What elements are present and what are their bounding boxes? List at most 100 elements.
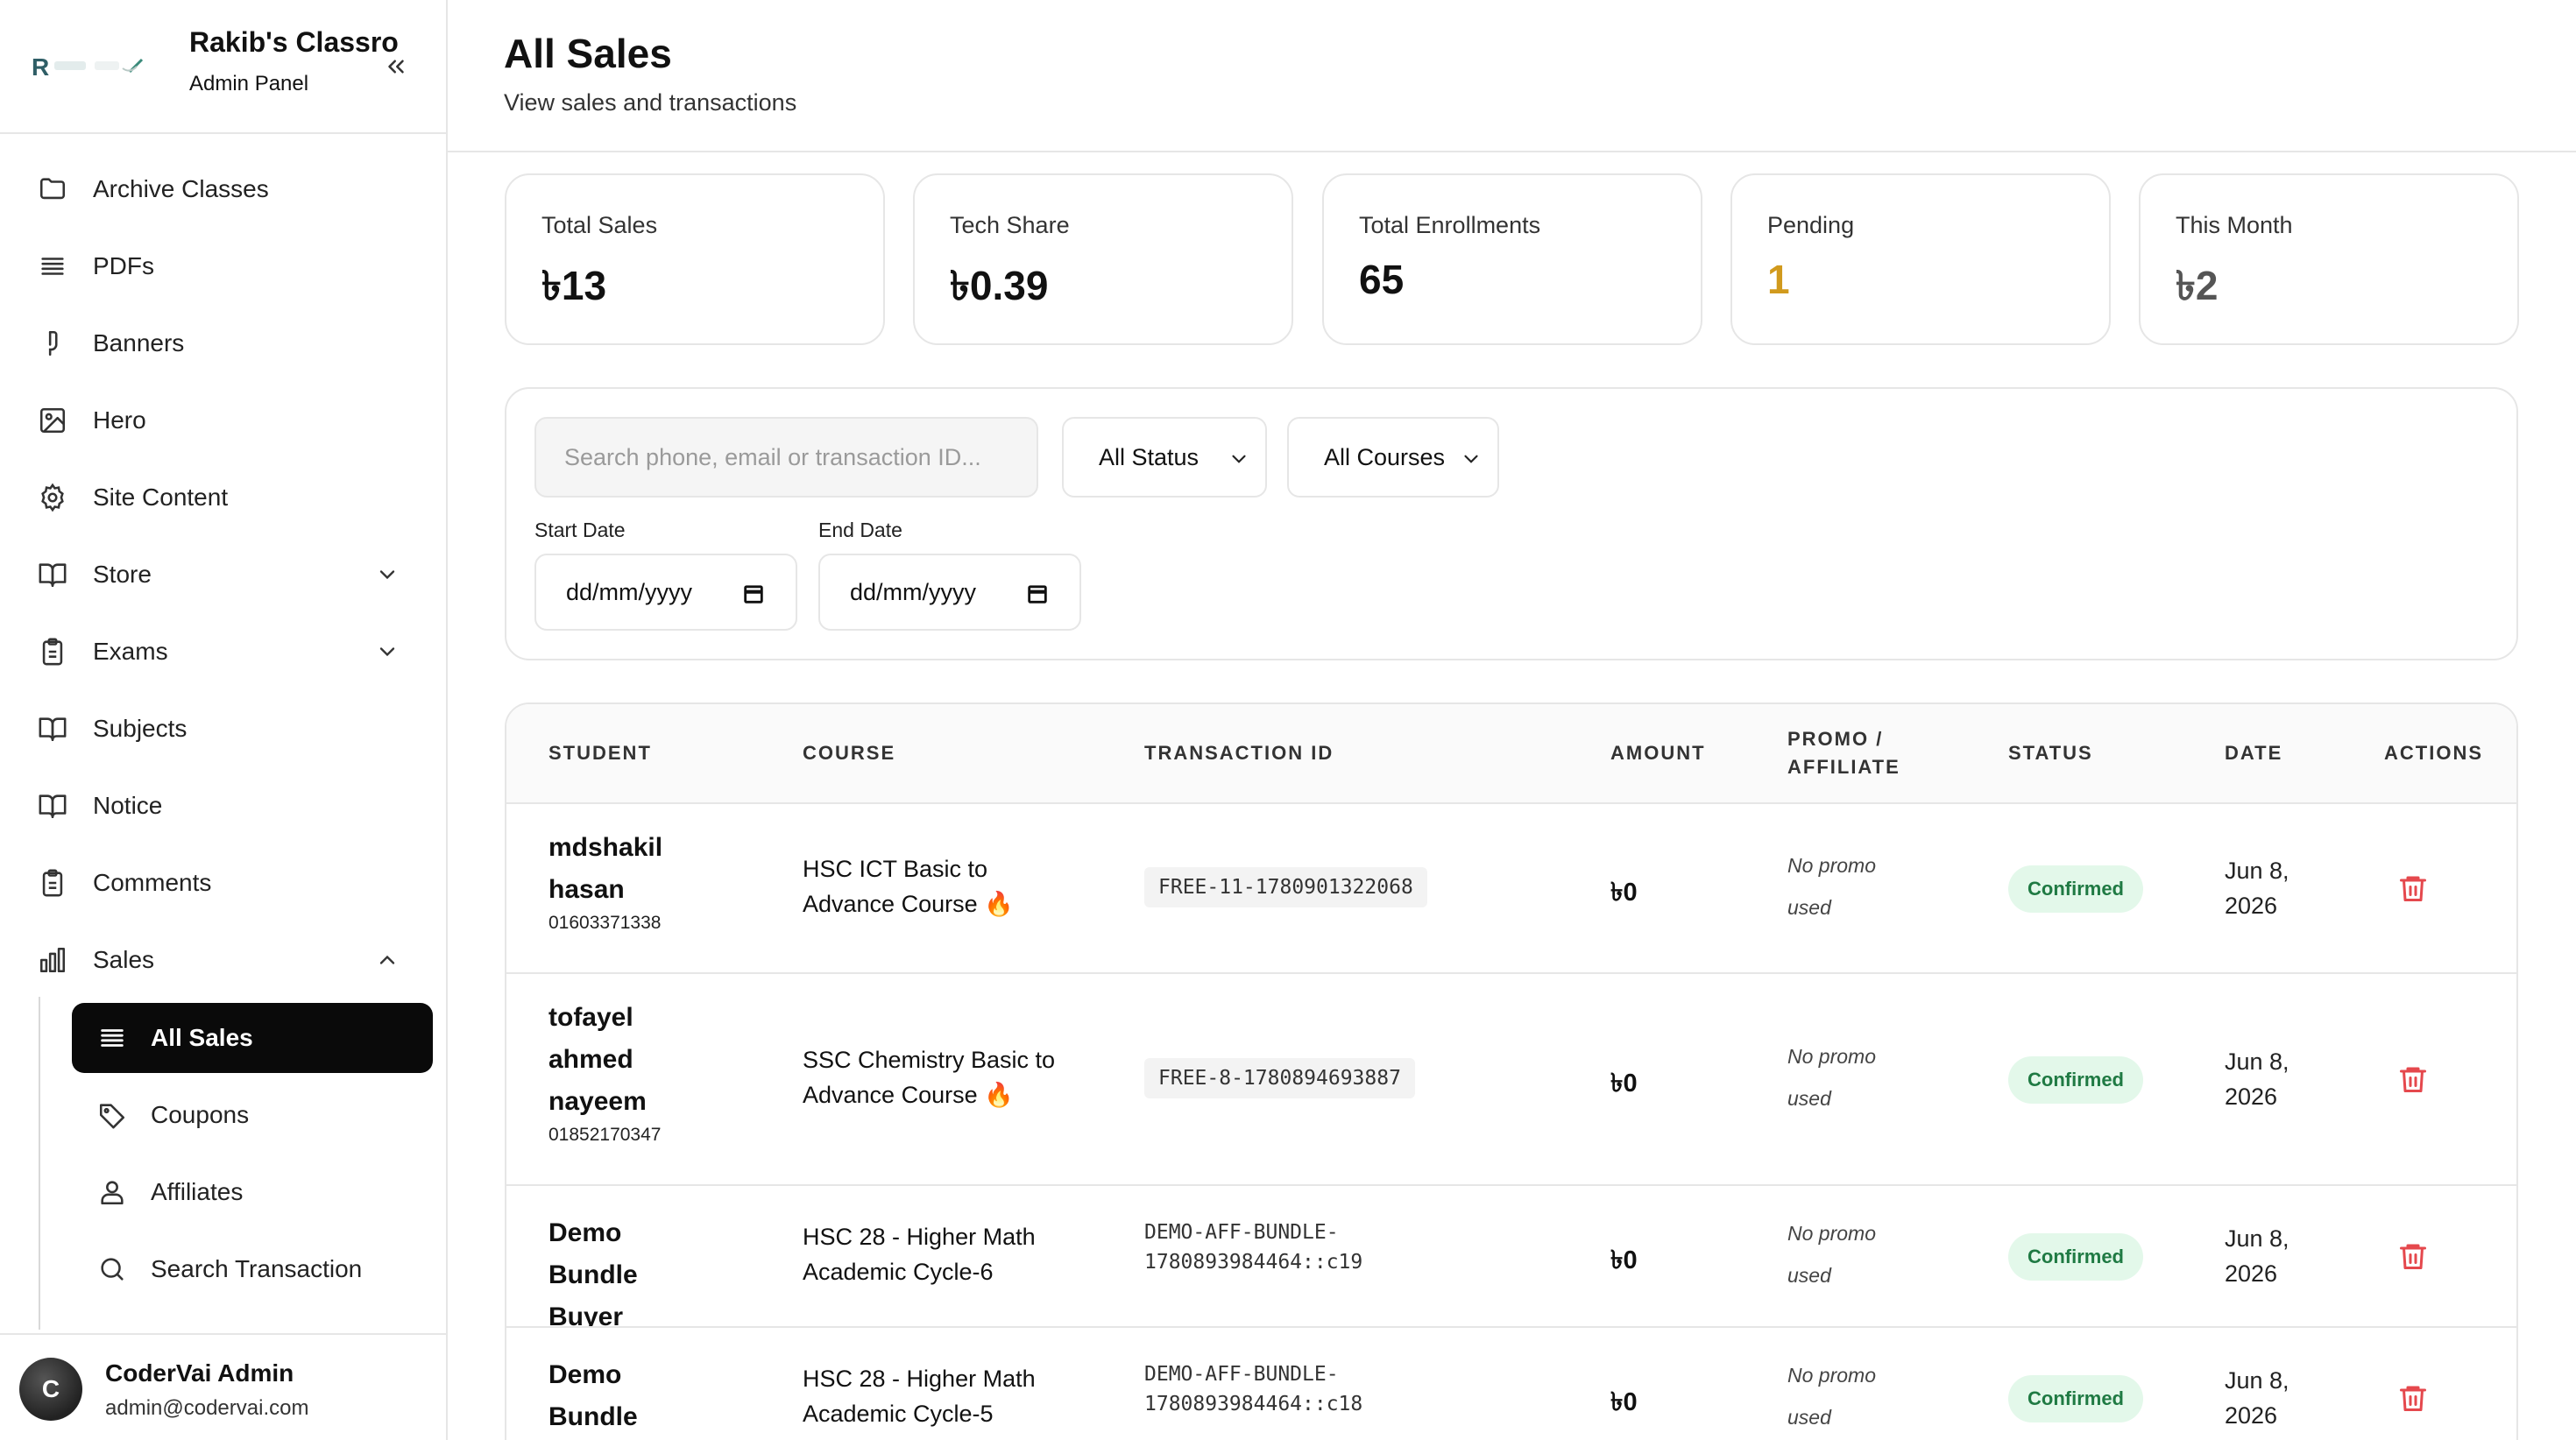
transaction-id-cell: FREE-11-1780901322068 bbox=[1144, 867, 1427, 907]
table-row: tofayel ahmed nayeem 01852170347 SSC Che… bbox=[506, 972, 2516, 1184]
sidebar-subitem-all-sales[interactable]: All Sales bbox=[72, 1003, 433, 1073]
sidebar-item-label: Store bbox=[93, 561, 152, 588]
sidebar-item-hero[interactable]: Hero bbox=[32, 394, 435, 447]
end-date-input[interactable]: dd/mm/yyyy bbox=[818, 554, 1081, 631]
end-date-label: End Date bbox=[818, 519, 902, 541]
delete-button[interactable] bbox=[2397, 1240, 2429, 1276]
amount: ৳0 bbox=[1610, 1246, 1638, 1274]
book-icon bbox=[32, 785, 74, 827]
stat-value: ৳13 bbox=[541, 263, 607, 308]
status-badge: Confirmed bbox=[2008, 1375, 2143, 1422]
page-header: All Sales View sales and transactions bbox=[448, 0, 2576, 152]
sidebar-item-banners[interactable]: Banners bbox=[32, 317, 435, 370]
image-icon bbox=[32, 399, 74, 441]
date: Jun 8, 2026 bbox=[2225, 858, 2289, 919]
status-badge: Confirmed bbox=[2008, 865, 2143, 913]
chevron-down-icon bbox=[1221, 441, 1256, 476]
delete-button[interactable] bbox=[2397, 872, 2429, 908]
student-cell: tofayel ahmed nayeem 01852170347 bbox=[548, 997, 689, 1146]
promo-text: No promo used bbox=[1787, 854, 1876, 919]
sidebar-item-exams[interactable]: Exams bbox=[32, 625, 435, 678]
sidebar-item-site-content[interactable]: Site Content bbox=[32, 471, 435, 524]
delete-button[interactable] bbox=[2397, 1382, 2429, 1418]
delete-button[interactable] bbox=[2397, 1063, 2429, 1099]
sidebar-subitem-label: Coupons bbox=[151, 1101, 250, 1128]
column-header-status: STATUS bbox=[2008, 742, 2093, 764]
sidebar-item-archive-classes[interactable]: Archive Classes bbox=[32, 163, 435, 215]
column-header-student: STUDENT bbox=[548, 742, 652, 764]
amount: ৳0 bbox=[1610, 1388, 1638, 1416]
search-icon bbox=[93, 1250, 131, 1288]
sidebar-subitem-coupons[interactable]: Coupons bbox=[72, 1080, 433, 1150]
stat-card-this-month: This Month ৳2 bbox=[2139, 173, 2519, 345]
chevron-down-icon[interactable] bbox=[370, 557, 405, 592]
user-email: admin@codervai.com bbox=[105, 1396, 309, 1420]
brand-title: Rakib's Classro bbox=[189, 26, 399, 58]
tag-icon bbox=[93, 1096, 131, 1134]
date: Jun 8, 2026 bbox=[2225, 1225, 2289, 1287]
trash-icon bbox=[2400, 1244, 2426, 1269]
bar-chart-icon bbox=[32, 939, 74, 981]
stat-value: ৳2 bbox=[2176, 263, 2219, 308]
trash-icon bbox=[2400, 1067, 2426, 1092]
stat-value: 1 bbox=[1767, 257, 1790, 302]
sidebar-item-subjects[interactable]: Subjects bbox=[32, 702, 435, 755]
stat-card-total-sales: Total Sales ৳13 bbox=[505, 173, 885, 345]
calendar-icon[interactable] bbox=[1025, 582, 1050, 606]
stat-label: Total Sales bbox=[541, 212, 658, 238]
sidebar-item-label: Archive Classes bbox=[93, 175, 269, 202]
status-cell: Confirmed bbox=[2008, 1056, 2143, 1104]
course-select[interactable]: All Courses bbox=[1287, 417, 1499, 498]
sidebar-item-label: Hero bbox=[93, 406, 146, 434]
stat-card-pending: Pending 1 bbox=[1730, 173, 2111, 345]
student-name: Demo Bundle Buyer bbox=[548, 1360, 638, 1431]
submenu-rail bbox=[39, 997, 40, 1330]
sales-table: STUDENT COURSE TRANSACTION ID AMOUNT PRO… bbox=[505, 702, 2518, 1440]
course-select-value: All Courses bbox=[1324, 443, 1446, 470]
user-profile[interactable]: C CoderVai Admin admin@codervai.com bbox=[0, 1333, 446, 1440]
sidebar-item-label: Subjects bbox=[93, 715, 188, 742]
sidebar-item-label: PDFs bbox=[93, 252, 154, 279]
table-row: Demo Bundle Buyer HSC 28 - Higher Math A… bbox=[506, 1184, 2516, 1331]
start-date-input[interactable]: dd/mm/yyyy bbox=[534, 554, 797, 631]
transaction-id-cell: DEMO-AFF-BUNDLE-1780893984464::c18 bbox=[1144, 1354, 1407, 1424]
column-header-transaction-id: TRANSACTION ID bbox=[1144, 742, 1334, 764]
banner-icon bbox=[32, 322, 74, 364]
end-date-placeholder: dd/mm/yyyy bbox=[850, 578, 977, 605]
table-row: Demo Bundle Buyer HSC 28 - Higher Math A… bbox=[506, 1326, 2516, 1440]
folder-icon bbox=[32, 168, 74, 210]
sidebar-item-notice[interactable]: Notice bbox=[32, 780, 435, 832]
start-date-label: Start Date bbox=[534, 519, 626, 541]
brand-subtitle: Admin Panel bbox=[189, 72, 309, 95]
search-input[interactable] bbox=[534, 417, 1038, 498]
transaction-id: DEMO-AFF-BUNDLE-1780893984464::c18 bbox=[1144, 1363, 1363, 1415]
sidebar-item-pdfs[interactable]: PDFs bbox=[32, 240, 435, 293]
sidebar-subitem-label: Search Transaction bbox=[151, 1255, 363, 1282]
student-cell: Demo Bundle Buyer bbox=[548, 1354, 689, 1440]
status-select[interactable]: All Status bbox=[1062, 417, 1267, 498]
chevron-up-icon[interactable] bbox=[370, 942, 405, 978]
student-name: mdshakil hasan bbox=[548, 833, 663, 904]
avatar: C bbox=[19, 1358, 82, 1421]
column-header-date: DATE bbox=[2225, 742, 2283, 764]
sidebar-subitem-affiliates[interactable]: Affiliates bbox=[72, 1157, 433, 1227]
sidebar-item-label: Exams bbox=[93, 638, 168, 665]
collapse-sidebar-button[interactable] bbox=[379, 49, 414, 84]
column-header-actions: ACTIONS bbox=[2384, 742, 2483, 764]
sidebar-item-comments[interactable]: Comments bbox=[32, 857, 435, 909]
promo-text: No promo used bbox=[1787, 1045, 1876, 1110]
double-chevron-left-icon bbox=[388, 60, 404, 74]
sidebar-subitem-search-transaction[interactable]: Search Transaction bbox=[72, 1234, 433, 1304]
user-name: CoderVai Admin bbox=[105, 1359, 294, 1387]
column-header-amount: AMOUNT bbox=[1610, 742, 1706, 764]
sidebar: R Rakib's Classro Admin Panel Archive Cl… bbox=[0, 0, 448, 1440]
sidebar-item-sales[interactable]: Sales bbox=[32, 934, 435, 986]
calendar-icon[interactable] bbox=[741, 582, 766, 606]
brand-header: R Rakib's Classro Admin Panel bbox=[0, 0, 446, 134]
sidebar-item-store[interactable]: Store bbox=[32, 548, 435, 601]
status-cell: Confirmed bbox=[2008, 1375, 2143, 1422]
promo-text: No promo used bbox=[1787, 1364, 1876, 1429]
chevron-down-icon[interactable] bbox=[370, 634, 405, 669]
date: Jun 8, 2026 bbox=[2225, 1367, 2289, 1429]
page-title: All Sales bbox=[504, 31, 672, 76]
